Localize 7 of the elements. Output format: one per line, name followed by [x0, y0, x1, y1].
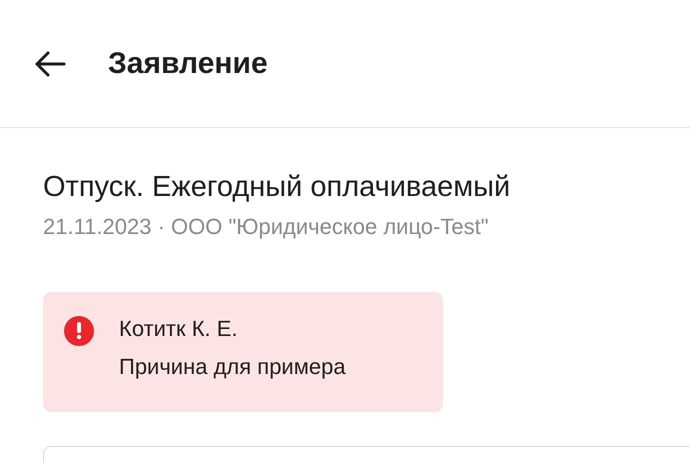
employee-name: Котитк К. Е. [119, 316, 239, 342]
page-title: Заявление [108, 46, 268, 82]
exclamation-icon [64, 316, 94, 346]
back-arrow-icon [33, 48, 67, 78]
request-title: Отпуск. Ежегодный оплачиваемый [43, 170, 512, 204]
alert-reason: Причина для примера [119, 354, 346, 380]
request-subtitle: 21.11.2023 · ООО "Юридическое лицо-Test" [43, 214, 490, 240]
